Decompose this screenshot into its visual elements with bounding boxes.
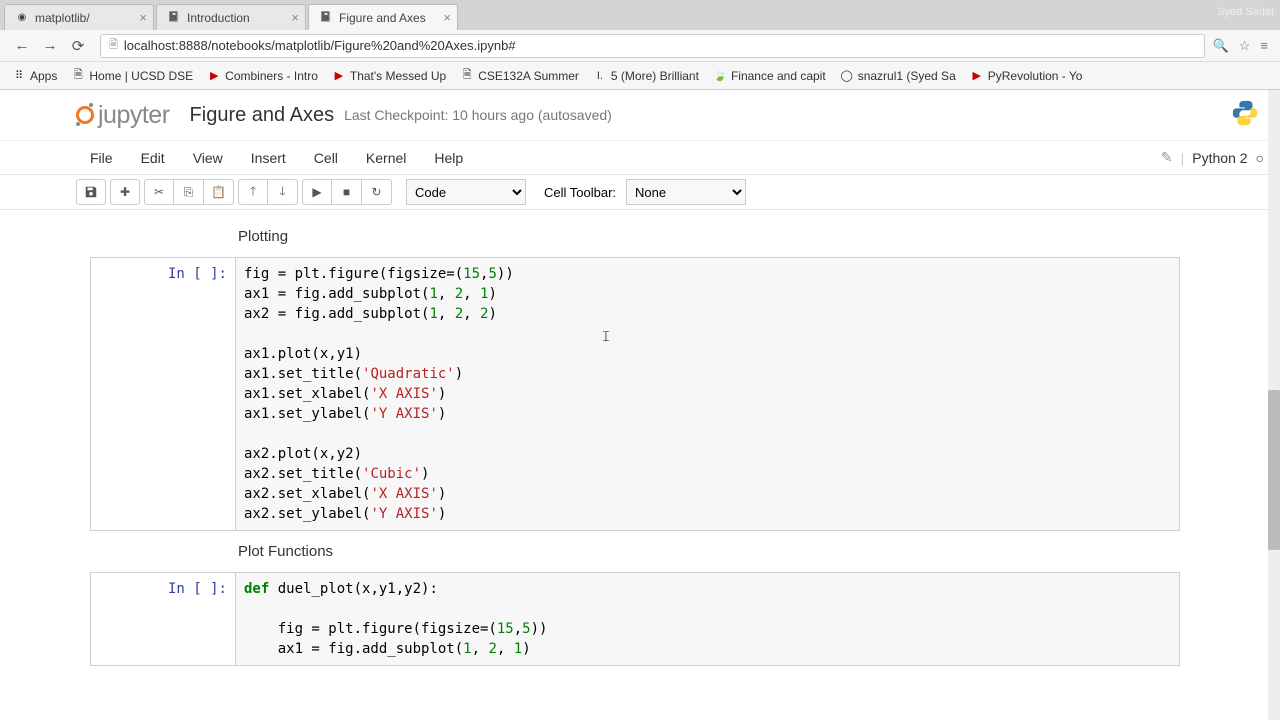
menu-icon[interactable]: ≡ [1260, 38, 1268, 53]
github-icon: ◯ [840, 69, 854, 83]
tab-title: Figure and Axes [339, 11, 426, 25]
jupyter-favicon-icon: 📓 [167, 11, 181, 25]
kernel-name: Python 2 [1192, 150, 1247, 166]
python-logo-icon [1230, 98, 1260, 128]
tab-title: Introduction [187, 11, 250, 25]
bookmark-item[interactable]: 🍃Finance and capit [709, 67, 830, 85]
input-prompt: In [ ]: [91, 258, 235, 530]
jupyter-logo-icon [76, 106, 94, 124]
jupyter-logo[interactable]: jupyter [76, 101, 170, 130]
bookmarks-bar: ⠿Apps 🗎Home | UCSD DSE ▶Combiners - Intr… [0, 62, 1280, 90]
url-bar[interactable]: 🗎 localhost:8888/notebooks/matplotlib/Fi… [100, 34, 1205, 58]
jupyter-favicon-icon: 📓 [319, 11, 333, 25]
zoom-icon[interactable]: 🔍 [1213, 38, 1229, 54]
forward-button[interactable]: → [39, 35, 61, 57]
page-icon: 🗎 [109, 36, 118, 55]
cell-toolbar-label: Cell Toolbar: [544, 185, 616, 200]
notebook-title[interactable]: Figure and Axes [190, 104, 335, 127]
menu-view[interactable]: View [179, 144, 237, 172]
notebook-area: Plotting In [ ]: fig = plt.figure(figsiz… [0, 210, 1280, 678]
url-text: localhost:8888/notebooks/matplotlib/Figu… [124, 38, 516, 53]
toolbar: ✚ ✂ ⎘ 📋 🡑 🡓 ▶ ■ ↻ Code Cell Toolbar: Non… [0, 174, 1280, 210]
close-icon[interactable]: × [291, 10, 299, 25]
browser-tab[interactable]: 📓 Introduction × [156, 4, 306, 30]
code-cell[interactable]: In [ ]: fig = plt.figure(figsize=(15,5))… [90, 257, 1180, 531]
page-icon: 🗎 [71, 69, 85, 83]
menubar: File Edit View Insert Cell Kernel Help ✎… [0, 140, 1280, 174]
back-button[interactable]: ← [11, 35, 33, 57]
bookmark-item[interactable]: 🗎CSE132A Summer [456, 67, 583, 85]
run-button[interactable]: ▶ [302, 179, 332, 205]
tab-title: matplotlib/ [35, 11, 90, 25]
youtube-icon: ▶ [332, 69, 346, 83]
leaf-icon: 🍃 [713, 69, 727, 83]
markdown-cell[interactable]: Plotting [238, 228, 1266, 245]
bookmark-item[interactable]: ◯snazrul1 (Syed Sa [836, 67, 960, 85]
menu-file[interactable]: File [76, 144, 127, 172]
code-input[interactable]: fig = plt.figure(figsize=(15,5)) ax1 = f… [235, 258, 1179, 530]
bookmark-item[interactable]: ▶Combiners - Intro [203, 67, 322, 85]
browser-nav-bar: ← → ⟳ 🗎 localhost:8888/notebooks/matplot… [0, 30, 1280, 62]
celltype-select[interactable]: Code [406, 179, 526, 205]
menu-kernel[interactable]: Kernel [352, 144, 420, 172]
paste-button[interactable]: 📋 [204, 179, 234, 205]
close-icon[interactable]: × [139, 10, 147, 25]
jupyter-favicon-icon: ◉ [15, 11, 29, 25]
bookmark-item[interactable]: 🗎Home | UCSD DSE [67, 67, 197, 85]
browser-tab-strip: ◉ matplotlib/ × 📓 Introduction × 📓 Figur… [0, 0, 1280, 30]
reload-button[interactable]: ⟳ [67, 35, 89, 57]
scrollbar-thumb[interactable] [1268, 390, 1280, 550]
move-up-button[interactable]: 🡑 [238, 179, 268, 205]
browser-tab-active[interactable]: 📓 Figure and Axes × [308, 4, 458, 30]
stop-button[interactable]: ■ [332, 179, 362, 205]
text-icon: I. [593, 69, 607, 83]
menu-edit[interactable]: Edit [127, 144, 179, 172]
save-button[interactable] [76, 179, 106, 205]
star-icon[interactable]: ☆ [1239, 38, 1251, 54]
input-prompt: In [ ]: [91, 573, 235, 665]
menu-help[interactable]: Help [420, 144, 477, 172]
apps-icon: ⠿ [12, 69, 26, 83]
page-icon: 🗎 [460, 69, 474, 83]
jupyter-header: jupyter Figure and Axes Last Checkpoint:… [0, 90, 1280, 140]
restart-button[interactable]: ↻ [362, 179, 392, 205]
user-indicator: Syed Sadat [1217, 6, 1274, 18]
text-cursor-icon: 𝙸 [601, 328, 602, 344]
markdown-cell[interactable]: Plot Functions [238, 543, 1266, 560]
youtube-icon: ▶ [207, 69, 221, 83]
youtube-icon: ▶ [970, 69, 984, 83]
bookmark-item[interactable]: I.5 (More) Brilliant [589, 67, 703, 85]
move-down-button[interactable]: 🡓 [268, 179, 298, 205]
copy-button[interactable]: ⎘ [174, 179, 204, 205]
bookmark-item[interactable]: ▶PyRevolution - Yo [966, 67, 1087, 85]
code-input[interactable]: def duel_plot(x,y1,y2): fig = plt.figure… [235, 573, 1179, 665]
cut-button[interactable]: ✂ [144, 179, 174, 205]
menu-insert[interactable]: Insert [237, 144, 300, 172]
kernel-status-icon: ○ [1256, 150, 1264, 166]
cell-toolbar-select[interactable]: None [626, 179, 746, 205]
code-cell[interactable]: In [ ]: def duel_plot(x,y1,y2): fig = pl… [90, 572, 1180, 666]
bookmark-apps[interactable]: ⠿Apps [8, 67, 61, 85]
add-cell-button[interactable]: ✚ [110, 179, 140, 205]
close-icon[interactable]: × [443, 10, 451, 25]
checkpoint-status: Last Checkpoint: 10 hours ago (autosaved… [344, 107, 612, 123]
bookmark-item[interactable]: ▶That's Messed Up [328, 67, 450, 85]
menu-cell[interactable]: Cell [300, 144, 352, 172]
browser-tab[interactable]: ◉ matplotlib/ × [4, 4, 154, 30]
edit-icon[interactable]: ✎ [1161, 149, 1173, 166]
